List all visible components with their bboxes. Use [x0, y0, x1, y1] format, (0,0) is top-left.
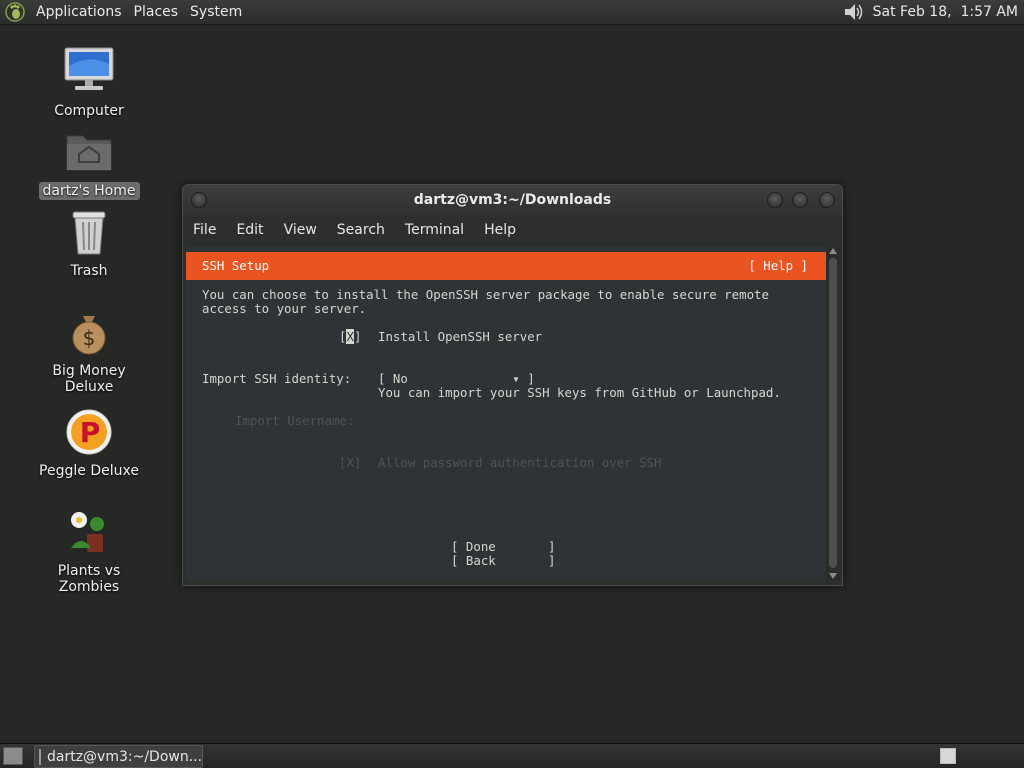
- desktop-icon-label: Trash: [70, 263, 108, 279]
- money-bag-icon: $: [72, 316, 106, 355]
- desktop-icon-label: Computer: [54, 103, 124, 119]
- header-help-button[interactable]: [ Help ]: [748, 259, 808, 273]
- ssh-setup-header: SSH Setup [ Help ]: [186, 252, 826, 280]
- taskbar-label: dartz@vm3:~/Down...: [47, 748, 203, 765]
- install-bracket-close: ]: [353, 329, 362, 344]
- svg-text:P: P: [80, 416, 101, 449]
- desktop-icon-trash[interactable]: Trash: [24, 204, 154, 280]
- desktop-icon-plants-vs-zombies[interactable]: Plants vs Zombies: [24, 504, 154, 596]
- menu-file[interactable]: File: [183, 222, 226, 238]
- desktop-icon-computer[interactable]: Computer: [24, 44, 154, 120]
- menu-applications[interactable]: Applications: [30, 4, 128, 20]
- top-panel-right: Sat Feb 18, 1:57 AM: [843, 0, 1018, 24]
- password-auth-checkbox: [X]: [339, 455, 362, 470]
- install-openssh-label: Install OpenSSH server: [378, 329, 543, 344]
- trash-icon: [72, 211, 106, 255]
- header-title: SSH Setup: [202, 258, 270, 273]
- done-button[interactable]: [ Done ]: [451, 540, 555, 554]
- top-panel: Applications Places System Sat Feb 18, 1…: [0, 0, 1024, 25]
- terminal-icon: [39, 748, 41, 765]
- terminal-screen[interactable]: SSH Setup [ Help ] You can choose to ins…: [186, 246, 826, 581]
- window-menu-icon[interactable]: [191, 192, 207, 208]
- close-icon[interactable]: [819, 192, 835, 208]
- menu-view[interactable]: View: [274, 222, 327, 238]
- import-identity-help: You can import your SSH keys from GitHub…: [378, 385, 781, 400]
- scroll-down-icon[interactable]: [829, 573, 837, 579]
- minimize-icon[interactable]: [767, 192, 783, 208]
- show-desktop-icon[interactable]: [3, 747, 23, 765]
- home-folder-icon: [66, 135, 112, 171]
- gnome-foot-icon[interactable]: [4, 1, 26, 23]
- desktop-icon-big-money[interactable]: $ Big Money Deluxe: [24, 304, 154, 396]
- terminal-window: dartz@vm3:~/Downloads File Edit View Sea…: [182, 184, 843, 586]
- maximize-icon[interactable]: [792, 192, 808, 208]
- desktop-icon-peggle[interactable]: P Peggle Deluxe: [24, 404, 154, 480]
- terminal-scrollbar[interactable]: [826, 246, 840, 581]
- menu-edit[interactable]: Edit: [226, 222, 273, 238]
- workspace-switcher-icon[interactable]: [940, 748, 956, 764]
- scroll-thumb[interactable]: [829, 258, 837, 568]
- menu-search[interactable]: Search: [327, 222, 395, 238]
- desktop-icon-home[interactable]: dartz's Home: [24, 124, 154, 200]
- desktop-icon-label: dartz's Home: [38, 182, 140, 200]
- desktop-icon-label: Peggle Deluxe: [39, 463, 139, 479]
- import-username-label: Import Username:: [235, 413, 355, 428]
- intro-line-1: You can choose to install the OpenSSH se…: [202, 287, 769, 302]
- plants-vs-zombies-icon: [71, 512, 104, 552]
- intro-line-2: access to your server.: [202, 301, 367, 316]
- back-button[interactable]: [ Back ]: [451, 554, 555, 568]
- scroll-up-icon[interactable]: [829, 248, 837, 254]
- install-check-mark: X: [346, 329, 354, 344]
- peggle-icon: P: [66, 409, 112, 455]
- clock[interactable]: Sat Feb 18, 1:57 AM: [873, 4, 1018, 20]
- bottom-panel: dartz@vm3:~/Down...: [0, 743, 1024, 768]
- window-menubar: File Edit View Search Terminal Help: [183, 215, 842, 245]
- svg-text:$: $: [83, 326, 96, 350]
- menu-terminal[interactable]: Terminal: [395, 222, 474, 238]
- window-title: dartz@vm3:~/Downloads: [413, 192, 612, 208]
- menu-help[interactable]: Help: [474, 222, 526, 238]
- desktop-icon-label: Big Money Deluxe: [52, 363, 126, 395]
- menu-system[interactable]: System: [184, 4, 248, 20]
- menu-places[interactable]: Places: [128, 4, 185, 20]
- window-titlebar[interactable]: dartz@vm3:~/Downloads: [183, 185, 842, 215]
- taskbar-terminal-button[interactable]: dartz@vm3:~/Down...: [34, 745, 203, 768]
- computer-icon: [64, 47, 114, 90]
- volume-icon[interactable]: [843, 2, 865, 22]
- import-identity-label: Import SSH identity:: [202, 371, 352, 386]
- password-auth-label: Allow password authentication over SSH: [378, 455, 662, 470]
- import-identity-dropdown[interactable]: [ No ▾ ]: [378, 372, 535, 386]
- desktop-icon-label: Plants vs Zombies: [57, 563, 121, 595]
- install-checkbox[interactable]: [X]: [339, 329, 362, 344]
